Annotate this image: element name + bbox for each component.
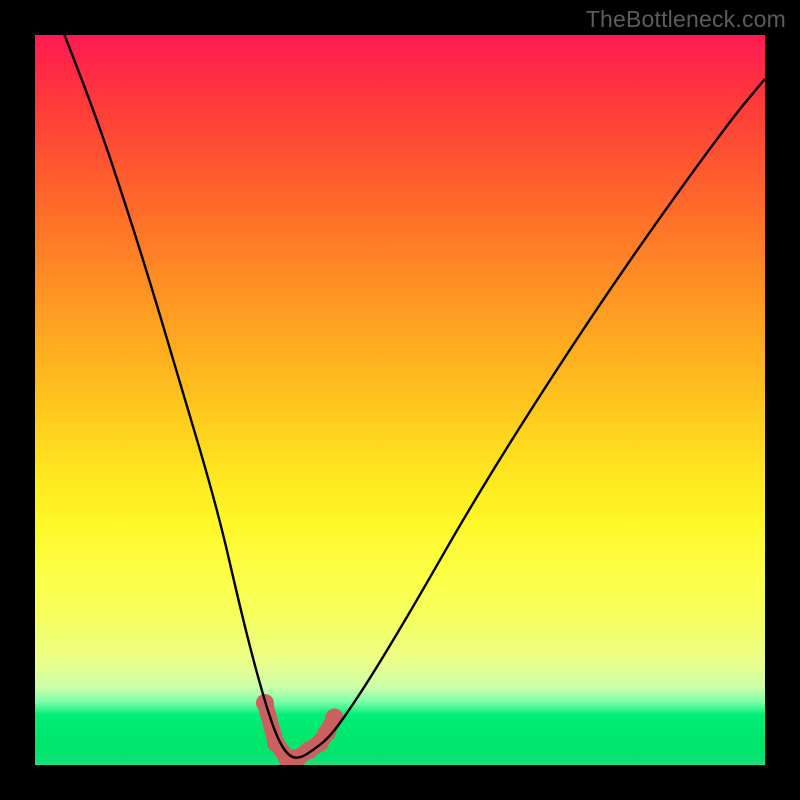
chart-frame: TheBottleneck.com [0, 0, 800, 800]
marker-dot [267, 734, 285, 752]
bottleneck-curve [35, 35, 765, 758]
watermark-text: TheBottleneck.com [586, 6, 786, 33]
marker-group [256, 694, 343, 765]
curve-svg [35, 35, 765, 765]
plot-area [35, 35, 765, 765]
